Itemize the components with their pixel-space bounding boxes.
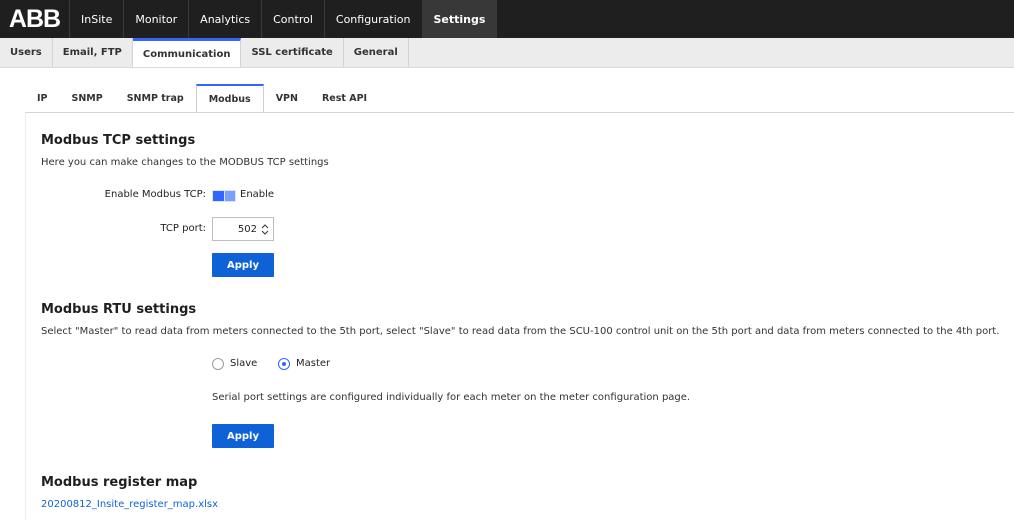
tab-modbus[interactable]: Modbus bbox=[195, 84, 264, 112]
rtu-settings-heading: Modbus RTU settings bbox=[41, 302, 197, 317]
tcp-settings-description: Here you can make changes to the MODBUS … bbox=[41, 157, 329, 168]
modbus-panel: Modbus TCP settings Here you can make ch… bbox=[25, 112, 1014, 520]
nav-item-insite[interactable]: InSite bbox=[70, 0, 125, 38]
tab-snmp[interactable]: SNMP bbox=[60, 84, 115, 112]
tab-snmp-trap[interactable]: SNMP trap bbox=[115, 84, 196, 112]
toggle-track bbox=[225, 191, 235, 201]
content-area: IP SNMP SNMP trap Modbus VPN Rest API Mo… bbox=[0, 68, 1014, 520]
nav-item-monitor[interactable]: Monitor bbox=[124, 0, 190, 38]
tcp-apply-button[interactable]: Apply bbox=[212, 253, 274, 277]
nav-item-analytics[interactable]: Analytics bbox=[189, 0, 263, 38]
register-map-file-link[interactable]: 20200812_Insite_register_map.xlsx bbox=[41, 499, 218, 510]
slave-radio[interactable] bbox=[212, 358, 224, 370]
nav-item-control[interactable]: Control bbox=[262, 0, 325, 38]
tcp-port-label: TCP port: bbox=[160, 223, 206, 234]
master-radio[interactable] bbox=[278, 358, 290, 370]
serial-port-note: Serial port settings are configured indi… bbox=[212, 392, 691, 403]
tcp-port-value: 502 bbox=[237, 223, 257, 235]
tab-rest-api[interactable]: Rest API bbox=[310, 84, 379, 112]
nav-item-configuration[interactable]: Configuration bbox=[325, 0, 423, 38]
settings-subnav: Users Email, FTP Communication SSL certi… bbox=[0, 38, 1014, 68]
communication-tabs: IP SNMP SNMP trap Modbus VPN Rest API bbox=[25, 84, 379, 112]
subtab-ssl-certificate[interactable]: SSL certificate bbox=[241, 38, 344, 67]
slave-radio-label[interactable]: Slave bbox=[230, 358, 257, 369]
subtab-general[interactable]: General bbox=[344, 38, 409, 67]
tab-ip[interactable]: IP bbox=[25, 84, 60, 112]
spinner-arrows-icon bbox=[261, 223, 269, 235]
abb-logo[interactable]: ABB bbox=[0, 0, 70, 38]
tcp-settings-heading: Modbus TCP settings bbox=[41, 133, 196, 148]
subtab-users[interactable]: Users bbox=[0, 38, 53, 67]
tcp-port-input[interactable]: 502 bbox=[212, 217, 274, 241]
nav-filler bbox=[497, 0, 1014, 38]
rtu-apply-button[interactable]: Apply bbox=[212, 424, 274, 448]
enable-modbus-tcp-label: Enable Modbus TCP: bbox=[104, 189, 206, 200]
toggle-knob bbox=[213, 191, 224, 201]
subtab-email-ftp[interactable]: Email, FTP bbox=[53, 38, 133, 67]
top-navigation-bar: ABB InSite Monitor Analytics Control Con… bbox=[0, 0, 1014, 38]
subtab-communication[interactable]: Communication bbox=[132, 38, 242, 67]
spinner-icon[interactable] bbox=[261, 223, 269, 235]
register-map-heading: Modbus register map bbox=[41, 475, 198, 490]
nav-item-settings[interactable]: Settings bbox=[422, 0, 498, 38]
enable-toggle-text: Enable bbox=[240, 189, 275, 200]
master-radio-label[interactable]: Master bbox=[296, 358, 330, 369]
rtu-settings-description: Select "Master" to read data from meters… bbox=[41, 326, 1000, 337]
tab-vpn[interactable]: VPN bbox=[264, 84, 310, 112]
enable-modbus-tcp-toggle[interactable] bbox=[212, 190, 236, 202]
